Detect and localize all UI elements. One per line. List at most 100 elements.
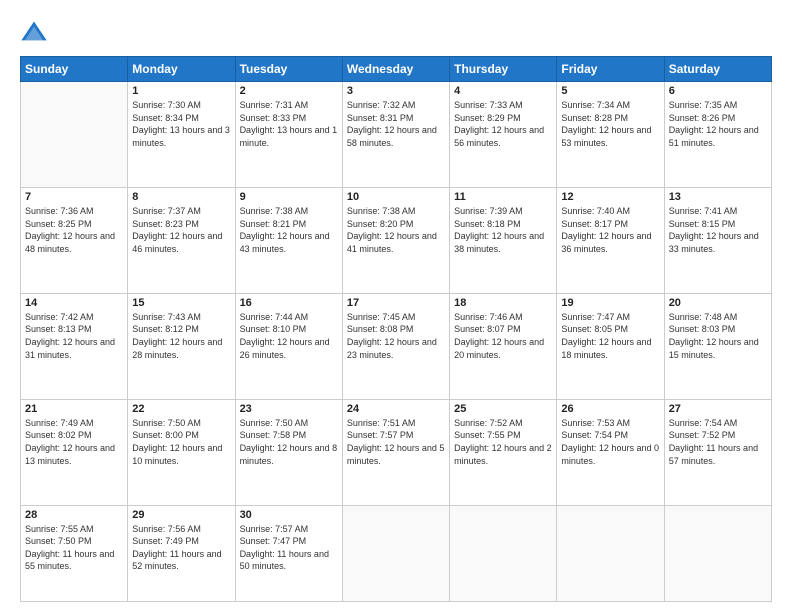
day-info: Sunrise: 7:50 AMSunset: 8:00 PMDaylight:… (132, 417, 230, 467)
calendar-cell: 28 Sunrise: 7:55 AMSunset: 7:50 PMDayligh… (21, 505, 128, 601)
calendar-cell: 29 Sunrise: 7:56 AMSunset: 7:49 PMDayligh… (128, 505, 235, 601)
day-header-sunday: Sunday (21, 57, 128, 82)
calendar-cell: 10 Sunrise: 7:38 AMSunset: 8:20 PMDayligh… (342, 187, 449, 293)
day-header-thursday: Thursday (450, 57, 557, 82)
logo-icon (20, 18, 48, 46)
day-info: Sunrise: 7:31 AMSunset: 8:33 PMDaylight:… (240, 99, 338, 149)
day-header-wednesday: Wednesday (342, 57, 449, 82)
day-info: Sunrise: 7:30 AMSunset: 8:34 PMDaylight:… (132, 99, 230, 149)
calendar-cell: 1 Sunrise: 7:30 AMSunset: 8:34 PMDaylight… (128, 82, 235, 188)
day-info: Sunrise: 7:33 AMSunset: 8:29 PMDaylight:… (454, 99, 552, 149)
day-info: Sunrise: 7:53 AMSunset: 7:54 PMDaylight:… (561, 417, 659, 467)
week-row-2: 7 Sunrise: 7:36 AMSunset: 8:25 PMDaylight… (21, 187, 772, 293)
day-info: Sunrise: 7:40 AMSunset: 8:17 PMDaylight:… (561, 205, 659, 255)
calendar-cell: 6 Sunrise: 7:35 AMSunset: 8:26 PMDaylight… (664, 82, 771, 188)
calendar-cell (342, 505, 449, 601)
day-number: 3 (347, 85, 445, 97)
calendar-cell: 18 Sunrise: 7:46 AMSunset: 8:07 PMDayligh… (450, 293, 557, 399)
calendar-cell: 20Sunrise: 7:48 AMSunset: 8:03 PMDayligh… (664, 293, 771, 399)
week-row-5: 28 Sunrise: 7:55 AMSunset: 7:50 PMDayligh… (21, 505, 772, 601)
day-number: 9 (240, 191, 338, 203)
day-number: 25 (454, 403, 552, 415)
day-info: Sunrise: 7:48 AMSunset: 8:03 PMDaylight:… (669, 311, 767, 361)
page: SundayMondayTuesdayWednesdayThursdayFrid… (0, 0, 792, 612)
calendar-cell: 24 Sunrise: 7:51 AMSunset: 7:57 PMDayligh… (342, 399, 449, 505)
day-number: 14 (25, 297, 123, 309)
day-number: 2 (240, 85, 338, 97)
day-info: Sunrise: 7:32 AMSunset: 8:31 PMDaylight:… (347, 99, 445, 149)
week-row-4: 21Sunrise: 7:49 AMSunset: 8:02 PMDayligh… (21, 399, 772, 505)
calendar-cell: 16 Sunrise: 7:44 AMSunset: 8:10 PMDayligh… (235, 293, 342, 399)
day-info: Sunrise: 7:44 AMSunset: 8:10 PMDaylight:… (240, 311, 338, 361)
day-header-tuesday: Tuesday (235, 57, 342, 82)
calendar-cell: 25 Sunrise: 7:52 AMSunset: 7:55 PMDayligh… (450, 399, 557, 505)
calendar-header: SundayMondayTuesdayWednesdayThursdayFrid… (21, 57, 772, 82)
calendar-cell (664, 505, 771, 601)
day-info: Sunrise: 7:39 AMSunset: 8:18 PMDaylight:… (454, 205, 552, 255)
calendar-cell: 26Sunrise: 7:53 AMSunset: 7:54 PMDayligh… (557, 399, 664, 505)
calendar-cell: 12 Sunrise: 7:40 AMSunset: 8:17 PMDayligh… (557, 187, 664, 293)
day-number: 24 (347, 403, 445, 415)
day-info: Sunrise: 7:50 AMSunset: 7:58 PMDaylight:… (240, 417, 338, 467)
calendar-cell: 11 Sunrise: 7:39 AMSunset: 8:18 PMDayligh… (450, 187, 557, 293)
day-info: Sunrise: 7:47 AMSunset: 8:05 PMDaylight:… (561, 311, 659, 361)
calendar-cell: 22 Sunrise: 7:50 AMSunset: 8:00 PMDayligh… (128, 399, 235, 505)
day-number: 10 (347, 191, 445, 203)
calendar-cell (21, 82, 128, 188)
day-info: Sunrise: 7:56 AMSunset: 7:49 PMDaylight:… (132, 523, 230, 573)
day-number: 28 (25, 509, 123, 521)
calendar-cell: 3 Sunrise: 7:32 AMSunset: 8:31 PMDaylight… (342, 82, 449, 188)
calendar-cell: 4Sunrise: 7:33 AMSunset: 8:29 PMDaylight… (450, 82, 557, 188)
calendar-cell: 2 Sunrise: 7:31 AMSunset: 8:33 PMDaylight… (235, 82, 342, 188)
day-info: Sunrise: 7:54 AMSunset: 7:52 PMDaylight:… (669, 417, 767, 467)
calendar-cell: 27 Sunrise: 7:54 AMSunset: 7:52 PMDayligh… (664, 399, 771, 505)
day-info: Sunrise: 7:52 AMSunset: 7:55 PMDaylight:… (454, 417, 552, 467)
day-number: 7 (25, 191, 123, 203)
day-number: 13 (669, 191, 767, 203)
day-number: 1 (132, 85, 230, 97)
day-number: 16 (240, 297, 338, 309)
day-info: Sunrise: 7:51 AMSunset: 7:57 PMDaylight:… (347, 417, 445, 467)
day-header-monday: Monday (128, 57, 235, 82)
day-number: 29 (132, 509, 230, 521)
calendar-cell: 21Sunrise: 7:49 AMSunset: 8:02 PMDayligh… (21, 399, 128, 505)
day-info: Sunrise: 7:36 AMSunset: 8:25 PMDaylight:… (25, 205, 123, 255)
day-info: Sunrise: 7:37 AMSunset: 8:23 PMDaylight:… (132, 205, 230, 255)
calendar-cell: 9Sunrise: 7:38 AMSunset: 8:21 PMDaylight… (235, 187, 342, 293)
day-info: Sunrise: 7:43 AMSunset: 8:12 PMDaylight:… (132, 311, 230, 361)
week-row-1: 1 Sunrise: 7:30 AMSunset: 8:34 PMDaylight… (21, 82, 772, 188)
day-number: 30 (240, 509, 338, 521)
day-number: 5 (561, 85, 659, 97)
day-number: 12 (561, 191, 659, 203)
day-number: 8 (132, 191, 230, 203)
calendar-cell: 8 Sunrise: 7:37 AMSunset: 8:23 PMDaylight… (128, 187, 235, 293)
day-info: Sunrise: 7:46 AMSunset: 8:07 PMDaylight:… (454, 311, 552, 361)
day-number: 23 (240, 403, 338, 415)
day-info: Sunrise: 7:42 AMSunset: 8:13 PMDaylight:… (25, 311, 123, 361)
calendar-cell: 19Sunrise: 7:47 AMSunset: 8:05 PMDayligh… (557, 293, 664, 399)
day-info: Sunrise: 7:49 AMSunset: 8:02 PMDaylight:… (25, 417, 123, 467)
calendar-cell: 17Sunrise: 7:45 AMSunset: 8:08 PMDayligh… (342, 293, 449, 399)
calendar-cell: 7 Sunrise: 7:36 AMSunset: 8:25 PMDaylight… (21, 187, 128, 293)
day-number: 15 (132, 297, 230, 309)
day-header-friday: Friday (557, 57, 664, 82)
header (20, 18, 772, 46)
calendar-cell: 5 Sunrise: 7:34 AMSunset: 8:28 PMDaylight… (557, 82, 664, 188)
calendar-cell: 30Sunrise: 7:57 AMSunset: 7:47 PMDayligh… (235, 505, 342, 601)
calendar-cell: 13 Sunrise: 7:41 AMSunset: 8:15 PMDayligh… (664, 187, 771, 293)
day-info: Sunrise: 7:34 AMSunset: 8:28 PMDaylight:… (561, 99, 659, 149)
day-number: 11 (454, 191, 552, 203)
day-info: Sunrise: 7:55 AMSunset: 7:50 PMDaylight:… (25, 523, 123, 573)
calendar-cell (557, 505, 664, 601)
day-number: 6 (669, 85, 767, 97)
day-number: 27 (669, 403, 767, 415)
header-row: SundayMondayTuesdayWednesdayThursdayFrid… (21, 57, 772, 82)
day-number: 18 (454, 297, 552, 309)
day-info: Sunrise: 7:35 AMSunset: 8:26 PMDaylight:… (669, 99, 767, 149)
day-info: Sunrise: 7:38 AMSunset: 8:20 PMDaylight:… (347, 205, 445, 255)
day-info: Sunrise: 7:41 AMSunset: 8:15 PMDaylight:… (669, 205, 767, 255)
day-info: Sunrise: 7:45 AMSunset: 8:08 PMDaylight:… (347, 311, 445, 361)
day-number: 22 (132, 403, 230, 415)
calendar-cell (450, 505, 557, 601)
day-header-saturday: Saturday (664, 57, 771, 82)
